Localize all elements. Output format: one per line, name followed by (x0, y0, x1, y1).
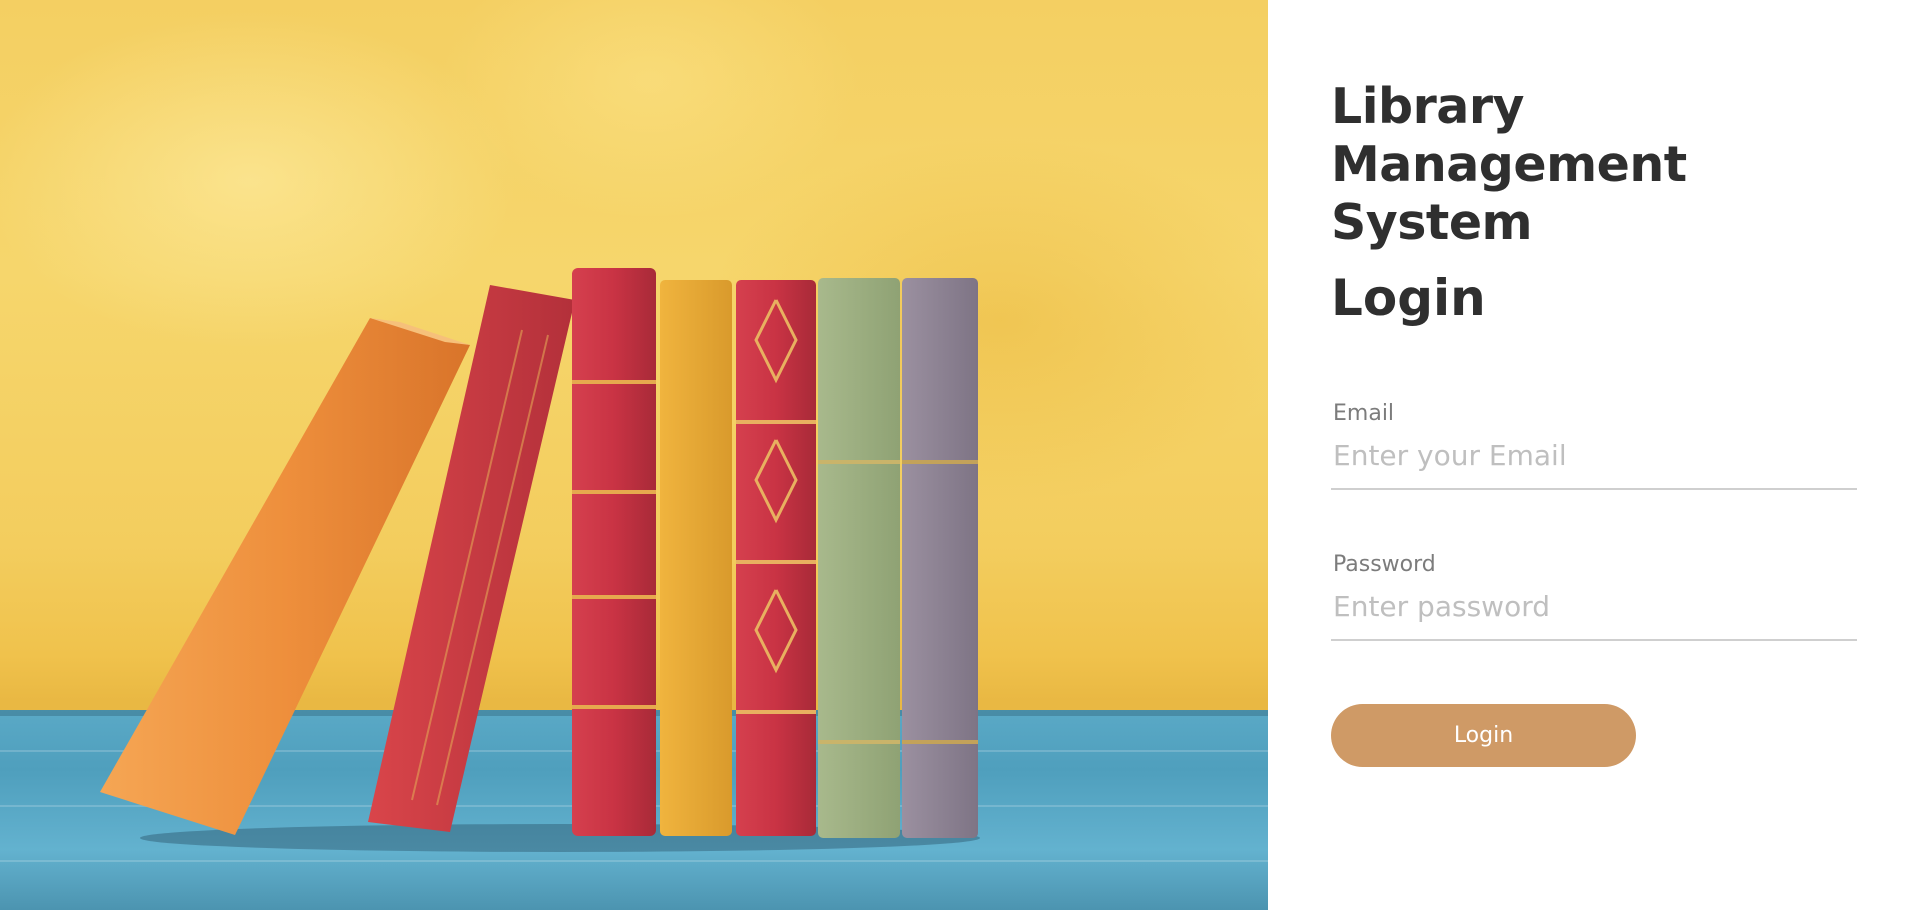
login-panel: Library Management System Login Email Pa… (1268, 0, 1919, 910)
login-heading: Login (1331, 269, 1486, 327)
email-field-group: Email (1331, 400, 1857, 490)
book-red-2 (736, 280, 816, 836)
book-gray (902, 278, 978, 838)
password-field-group: Password (1331, 551, 1857, 641)
book-yellow (660, 280, 732, 836)
books-illustration (100, 268, 980, 852)
login-button[interactable]: Login (1331, 704, 1636, 767)
password-label: Password (1333, 552, 1436, 577)
password-input[interactable] (1331, 583, 1857, 641)
book-green (818, 278, 900, 838)
app-title: Library Management System (1331, 78, 1687, 251)
book-red-1 (572, 268, 656, 836)
email-label: Email (1333, 401, 1395, 426)
hero-image (0, 0, 1268, 910)
email-input[interactable] (1331, 432, 1857, 490)
